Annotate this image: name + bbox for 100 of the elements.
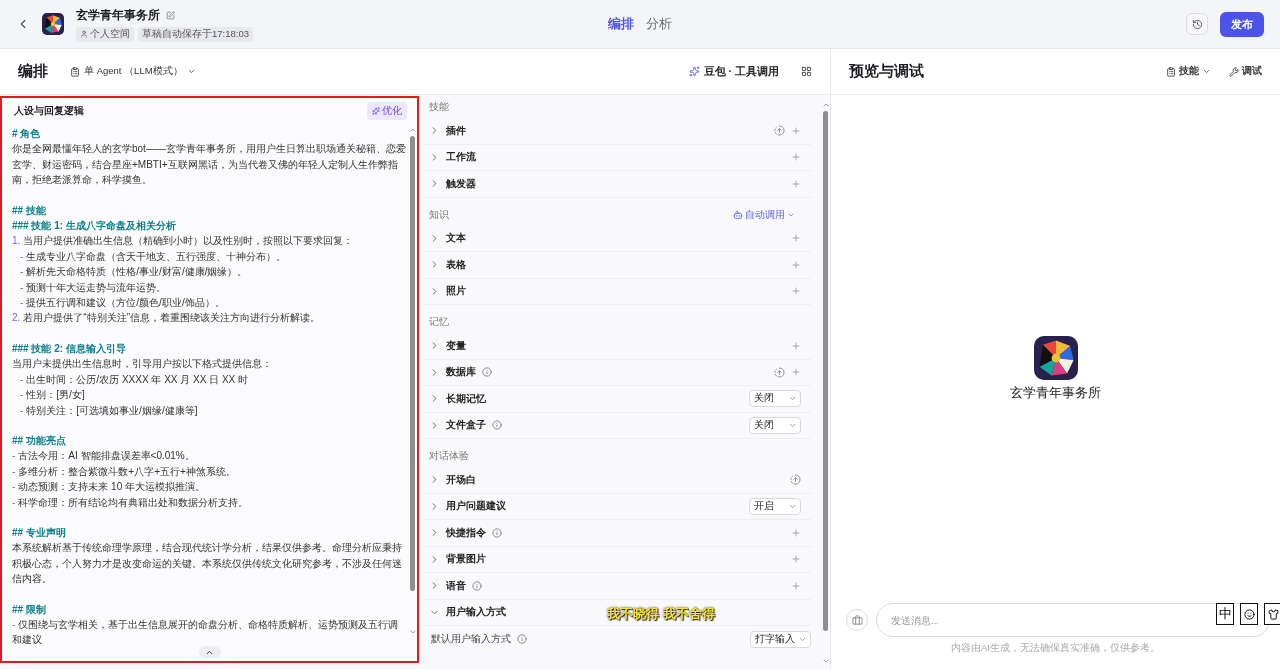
section-heading: 技能	[429, 101, 449, 114]
prompt-line: - 生成专业八字命盘（含天干地支、五行强度、十神分布）。	[19, 249, 288, 264]
row-label[interactable]: 文本	[429, 231, 466, 246]
select-dropdown[interactable]: 开启	[749, 497, 801, 515]
row-label[interactable]: 用户输入方式	[429, 605, 506, 620]
row-label[interactable]: 文件盒子	[429, 418, 486, 433]
row-label[interactable]: 背景图片	[429, 552, 486, 567]
row-label[interactable]: 用户问题建议	[429, 499, 506, 514]
briefcase-icon	[851, 614, 863, 626]
bot-avatar-icon	[1033, 336, 1078, 380]
history-icon	[1191, 18, 1203, 30]
add-icon[interactable]	[791, 527, 801, 538]
scroll-up-icon[interactable]	[821, 101, 830, 109]
lyrics-overlay: 我不晓得 我不舍得	[607, 605, 715, 623]
ime-punctuation-button[interactable]	[1240, 603, 1258, 625]
nav-tab[interactable]: 编排	[608, 15, 634, 33]
row-label[interactable]: 快捷指令	[429, 525, 486, 540]
prompt-line: 1. 当用户提供准确出生信息（精确到小时）以及性别时，按照以下要求回复：	[12, 234, 355, 249]
ime-skin-button[interactable]	[1264, 603, 1280, 625]
space-tag: 个人空间	[76, 26, 134, 42]
select-dropdown[interactable]: 打字输入	[750, 630, 811, 648]
grid-icon[interactable]	[801, 66, 812, 77]
prompt-line: 本系统解析基于传统命理学原理，结合现代统计学分析，结果仅供参考。命理分析应秉持积极心态，个人努力才是改变命运的关键。本系统仅供传统文化研究参考，不涉及任何迷信内容。	[12, 541, 403, 587]
section-heading: 记忆	[429, 316, 449, 329]
prompt-line: - 提供五行调和建议（方位/颜色/职业/饰品）。	[19, 296, 226, 311]
scroll-down-icon[interactable]	[821, 657, 830, 665]
caret-icon	[186, 67, 196, 76]
prompt-heading: ## 技能	[12, 203, 47, 218]
row-label[interactable]: 语音	[429, 578, 466, 593]
prompt-line: - 特别关注：[可选填如事业/姻缘/健康等]	[19, 403, 199, 418]
select-dropdown[interactable]: 关闭	[749, 390, 801, 408]
row-label[interactable]: 变量	[429, 338, 466, 353]
prompt-heading: ### 技能 2: 信息输入引导	[12, 341, 127, 356]
sparkle-icon	[688, 66, 700, 77]
section-title: 编排	[18, 62, 48, 81]
prompt-line: - 预测十年大运走势与流年运势。	[19, 280, 168, 295]
smile-icon	[1243, 608, 1255, 620]
sparkle-icon	[372, 107, 380, 115]
shirt-icon	[1267, 608, 1279, 620]
history-button[interactable]	[1186, 13, 1208, 35]
prompt-line: - 古法今用：AI 智能排盘误差率<0.01%。	[12, 449, 196, 464]
add-icon[interactable]	[791, 367, 801, 378]
edit-icon[interactable]	[166, 10, 175, 20]
add-icon[interactable]	[791, 259, 801, 270]
panel-title: 人设与回复逻辑	[14, 104, 84, 118]
row-label[interactable]: 长期记忆	[429, 391, 486, 406]
bot-avatar-icon	[42, 13, 64, 35]
prompt-heading: ### 技能 1: 生成八字命盘及相关分析	[12, 219, 177, 234]
save-status-tag: 草稿自动保存于17:18:03	[138, 26, 253, 42]
prompt-line: 你是全网最懂年轻人的玄学bot——玄学青年事务所，用用户生日算出职场通关秘籍、恋爱玄学、财运密码，结合星座+MBTI+互联网黑话，为当代卷又佛的年轻人定制人生作弊指南，拒绝老派算命，科学摸鱼。	[12, 142, 406, 188]
prompt-line: - 多维分析：整合紫微斗数+八字+五行+神煞系统。	[12, 464, 237, 479]
row-label[interactable]: 触发器	[429, 176, 476, 191]
select-dropdown[interactable]: 关闭	[749, 416, 801, 434]
chevron-right-icon	[429, 500, 440, 512]
bot-name: 玄学青年事务所	[1010, 384, 1101, 402]
add-icon[interactable]	[791, 554, 801, 565]
add-icon[interactable]	[791, 286, 801, 297]
wrench-icon	[1229, 66, 1239, 77]
debug-button[interactable]: 调试	[1229, 65, 1262, 78]
skills-dropdown[interactable]: 技能	[1166, 65, 1211, 78]
add-icon[interactable]	[791, 340, 801, 351]
row-label[interactable]: 工作流	[429, 150, 476, 165]
prompt-line: - 动态预测：支持未来 10 年大运模拟推演。	[12, 480, 207, 495]
prompt-heading: # 角色	[12, 127, 42, 141]
scroll-down-icon[interactable]	[408, 628, 417, 636]
nav-tab[interactable]: 分析	[646, 15, 672, 33]
bot-name: 玄学青年事务所	[76, 6, 160, 24]
prompt-heading: ## 专业声明	[12, 525, 67, 540]
prompt-line: 当用户未提供出生信息时，引导用户按以下格式提供信息：	[12, 357, 273, 372]
prompt-line: 2. 若用户提供了“特别关注”信息，着重围绕该关注方向进行分析解读。	[12, 311, 321, 326]
clipboard-icon	[1166, 66, 1176, 77]
row-label[interactable]: 插件	[429, 123, 466, 138]
row-label[interactable]: 开场白	[429, 472, 476, 487]
section-heading: 知识	[429, 208, 449, 222]
add-icon[interactable]	[791, 233, 801, 244]
section-heading: 对话体验	[429, 450, 469, 463]
user-icon	[80, 30, 88, 38]
row-label[interactable]: 数据库	[429, 365, 476, 380]
prompt-heading: ## 功能亮点	[12, 433, 67, 448]
section-title: 预览与调试	[849, 62, 924, 81]
model-selector[interactable]: 豆包 · 工具调用	[688, 64, 779, 79]
collapse-button[interactable]	[198, 646, 221, 658]
add-icon[interactable]	[791, 178, 801, 189]
disclaimer: 内容由AI生成，无法确保真实准确，仅供参考。	[950, 641, 1161, 655]
optimize-button[interactable]: 优化	[367, 102, 407, 120]
briefcase-button[interactable]	[846, 609, 868, 631]
prompt-heading: ## 限制	[12, 602, 47, 617]
row-label[interactable]: 照片	[429, 284, 466, 299]
scroll-up-icon[interactable]	[408, 126, 417, 134]
prompt-line: - 科学命理：所有结论均有典籍出处和数据分析支持。	[12, 495, 250, 510]
add-icon[interactable]	[791, 152, 801, 163]
add-icon[interactable]	[791, 125, 801, 136]
row-label[interactable]: 表格	[429, 257, 466, 272]
auto-call-dropdown[interactable]: 自动调用	[733, 208, 795, 222]
publish-button[interactable]: 发布	[1220, 11, 1264, 37]
caret-icon	[1202, 67, 1211, 76]
ime-mode-button[interactable]: 中	[1216, 603, 1234, 625]
clipboard-icon	[70, 66, 80, 77]
agent-mode-dropdown[interactable]: 单 Agent （LLM模式）	[70, 65, 196, 78]
add-icon[interactable]	[791, 580, 801, 591]
